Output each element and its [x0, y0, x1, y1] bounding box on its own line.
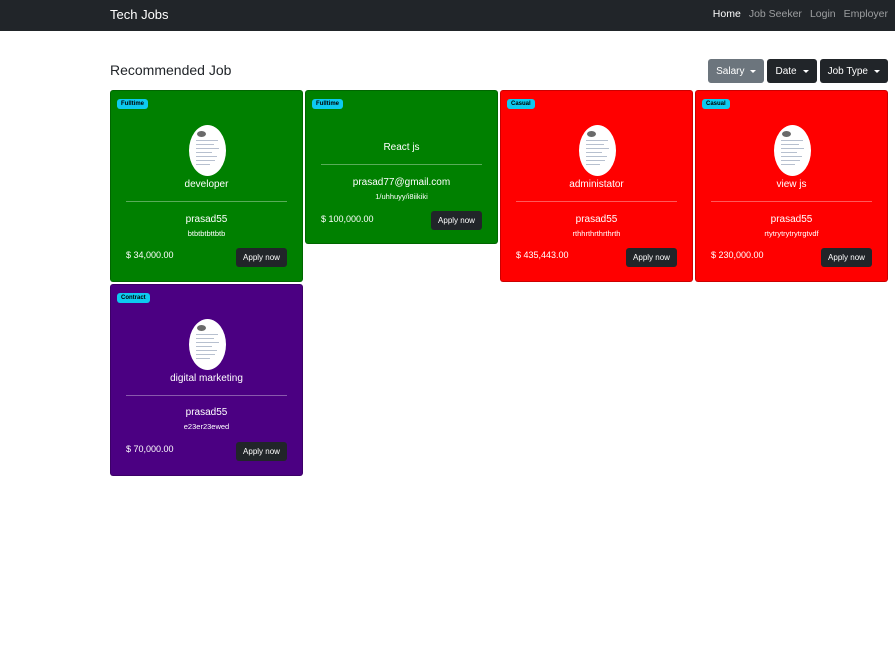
apply-now-button[interactable]: Apply now	[821, 248, 872, 267]
company-name: prasad55	[770, 214, 813, 225]
divider	[711, 201, 872, 202]
salary: $ 70,000.00	[126, 444, 174, 454]
job-card[interactable]: Contract digital marketing prasad55 e23e…	[110, 284, 303, 476]
job-type-filter-button[interactable]: Job Type	[819, 59, 888, 83]
job-detail: e23er23ewed	[183, 422, 230, 431]
company-name: prasad55	[575, 214, 618, 225]
date-filter-label: Date	[775, 65, 797, 77]
filter-group: Salary Date Job Type	[708, 59, 888, 83]
nav-links: Home Job Seeker Login Employer	[713, 8, 888, 20]
company-name: prasad55	[185, 214, 228, 225]
job-type-badge: Fulltime	[312, 99, 344, 109]
job-title: developer	[184, 179, 229, 190]
company-avatar	[774, 125, 811, 176]
job-card[interactable]: Casual administator prasad55 rthhrthrthr…	[500, 90, 693, 282]
job-type-filter-label: Job Type	[827, 65, 868, 77]
brand-logo[interactable]: Tech Jobs	[110, 7, 169, 22]
company-name: prasad77@gmail.com	[352, 177, 451, 188]
company-avatar	[189, 319, 226, 370]
caret-down-icon	[802, 69, 809, 73]
company-avatar	[579, 125, 616, 176]
salary: $ 435,443.00	[516, 250, 569, 260]
job-title: view js	[776, 179, 807, 190]
company-avatar	[189, 125, 226, 176]
job-type-badge: Contract	[117, 293, 150, 303]
job-detail: btbtbtbttbtb	[187, 229, 226, 238]
nav-link-job-seeker[interactable]: Job Seeker	[749, 8, 802, 20]
job-type-badge: Casual	[702, 99, 730, 109]
nav-link-home[interactable]: Home	[713, 8, 741, 20]
job-detail: rtytrytrytrytrgtvdf	[764, 229, 819, 238]
apply-now-button[interactable]: Apply now	[626, 248, 677, 267]
nav-link-employer[interactable]: Employer	[844, 8, 888, 20]
nav-link-login[interactable]: Login	[810, 8, 836, 20]
caret-down-icon	[874, 69, 880, 73]
job-title: administator	[569, 179, 624, 190]
job-detail: rthhrthrthrthrth	[572, 229, 621, 238]
salary: $ 230,000.00	[711, 250, 764, 260]
apply-now-button[interactable]: Apply now	[431, 211, 482, 230]
company-name: prasad55	[185, 407, 228, 418]
divider	[516, 201, 677, 202]
job-type-badge: Casual	[507, 99, 535, 109]
salary: $ 100,000.00	[321, 214, 374, 224]
caret-down-icon	[750, 69, 757, 73]
job-title: digital marketing	[170, 373, 243, 384]
salary-filter-button[interactable]: Salary	[708, 59, 765, 83]
page-title: Recommended Job	[110, 62, 232, 78]
apply-now-button[interactable]: Apply now	[236, 248, 287, 267]
navbar: Tech Jobs Home Job Seeker Login Employer	[0, 0, 895, 31]
date-filter-button[interactable]: Date	[767, 59, 817, 83]
job-type-badge: Fulltime	[117, 99, 149, 109]
job-title: React js	[383, 142, 420, 153]
job-detail: 1/uhhuyy/i8iikiki	[375, 192, 428, 201]
divider	[321, 164, 482, 165]
divider	[126, 395, 287, 396]
job-card[interactable]: Casual view js prasad55 rtytrytrytrytrgt…	[695, 90, 888, 282]
apply-now-button[interactable]: Apply now	[236, 442, 287, 461]
divider	[126, 201, 287, 202]
salary-filter-label: Salary	[716, 65, 745, 77]
job-card[interactable]: Fulltime React js prasad77@gmail.com 1/u…	[305, 90, 498, 244]
job-card[interactable]: Fulltime developer prasad55 btbtbtbttbtb…	[110, 90, 303, 282]
salary: $ 34,000.00	[126, 250, 174, 260]
